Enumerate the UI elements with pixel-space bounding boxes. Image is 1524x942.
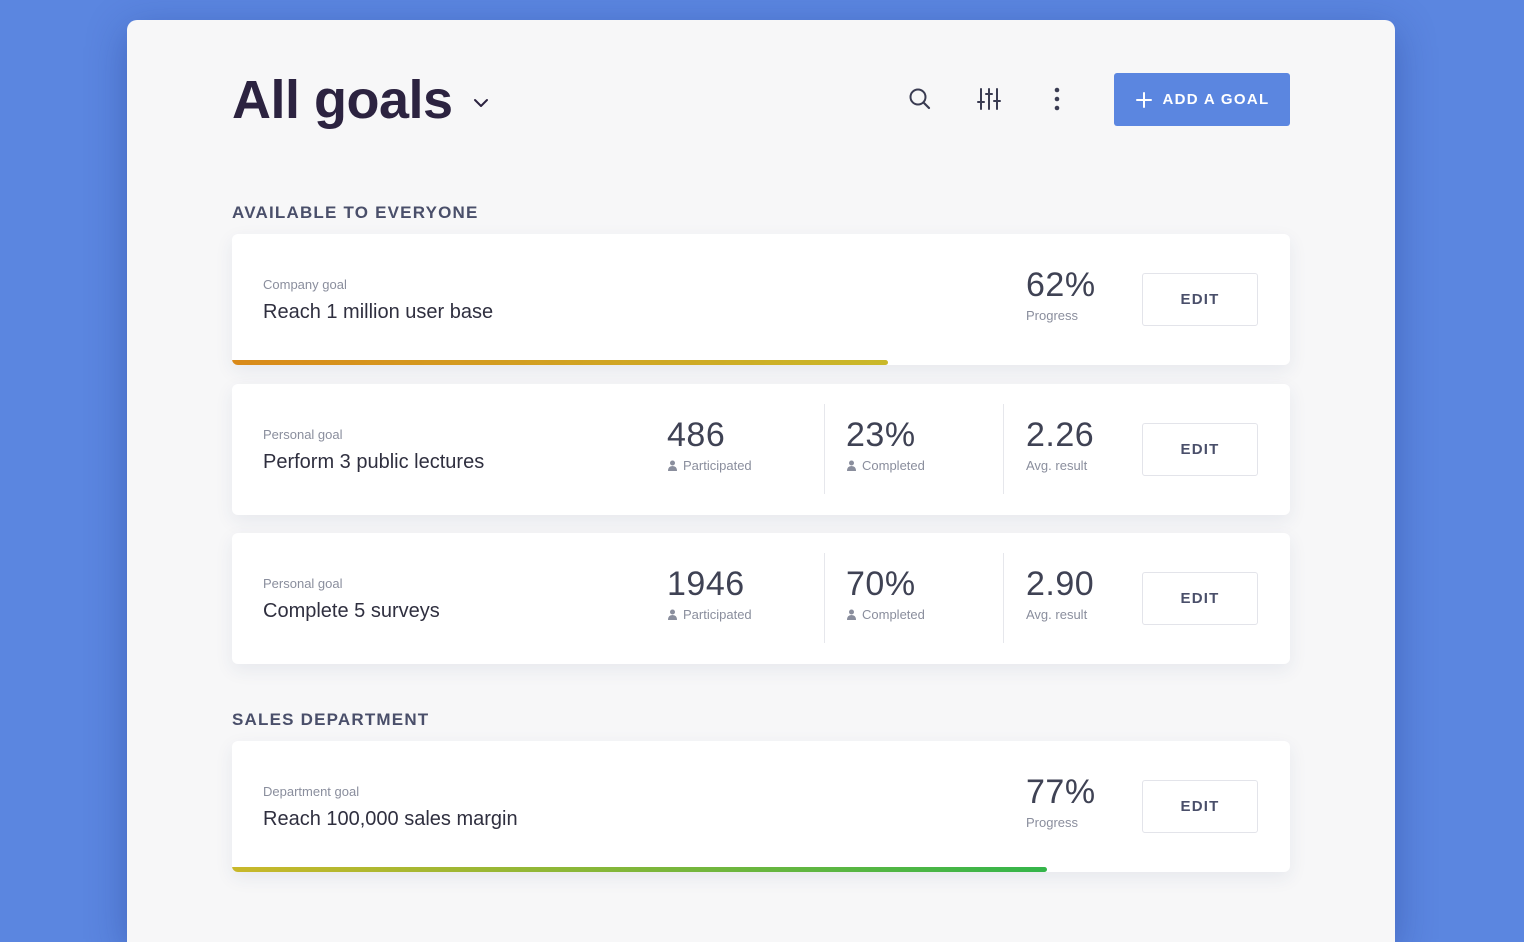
goal-type: Department goal <box>263 784 360 799</box>
edit-button[interactable]: EDIT <box>1142 423 1258 476</box>
edit-button[interactable]: EDIT <box>1142 780 1258 833</box>
page-title: All goals <box>232 70 453 130</box>
section-title-everyone: AVAILABLE TO EVERYONE <box>232 203 479 222</box>
participated-stat: 486 Participated <box>667 414 817 473</box>
completed-value: 23% <box>846 416 916 454</box>
goal-name: Perform 3 public lectures <box>263 451 485 473</box>
page-header: All goals ADD A GOAL <box>232 70 1290 130</box>
goal-name: Complete 5 surveys <box>263 600 440 622</box>
stat-divider <box>824 553 825 643</box>
goal-type: Personal goal <box>263 427 343 442</box>
progress-bar <box>232 360 888 365</box>
person-icon <box>668 460 677 471</box>
stat-divider <box>824 404 825 494</box>
participated-label: Participated <box>683 458 752 473</box>
edit-button[interactable]: EDIT <box>1142 572 1258 625</box>
goal-name: Reach 1 million user base <box>263 301 494 323</box>
goals-window: All goals ADD A GOAL AVAILABLE TO EVERYO… <box>127 20 1395 942</box>
participated-label: Participated <box>683 607 752 622</box>
add-goal-button[interactable]: ADD A GOAL <box>1114 73 1290 126</box>
person-icon <box>668 609 677 620</box>
participated-value: 1946 <box>667 565 745 603</box>
chevron-down-icon[interactable] <box>472 94 490 112</box>
completed-stat: 23% Completed <box>846 414 996 473</box>
goal-card[interactable]: Personal goal Perform 3 public lectures … <box>232 384 1290 515</box>
stat-divider <box>1003 553 1004 643</box>
section-title-sales: SALES DEPARTMENT <box>232 710 430 729</box>
completed-label: Completed <box>862 607 925 622</box>
edit-button[interactable]: EDIT <box>1142 273 1258 326</box>
completed-stat: 70% Completed <box>846 563 996 622</box>
participated-stat: 1946 Participated <box>667 563 817 622</box>
completed-value: 70% <box>846 565 916 603</box>
goal-type: Company goal <box>263 277 347 292</box>
person-icon <box>847 460 856 471</box>
sliders-icon[interactable] <box>976 86 1002 112</box>
person-icon <box>847 609 856 620</box>
plus-icon <box>1135 91 1152 108</box>
add-goal-label: ADD A GOAL <box>1162 91 1270 108</box>
participated-value: 486 <box>667 416 726 454</box>
goal-name: Reach 100,000 sales margin <box>263 808 518 830</box>
stat-divider <box>1003 404 1004 494</box>
goal-card[interactable]: Personal goal Complete 5 surveys 1946 Pa… <box>232 533 1290 664</box>
completed-label: Completed <box>862 458 925 473</box>
goal-card[interactable]: Company goal Reach 1 million user base 6… <box>232 234 1290 365</box>
search-icon[interactable] <box>907 86 933 112</box>
more-vertical-icon[interactable] <box>1044 86 1070 112</box>
goal-card[interactable]: Department goal Reach 100,000 sales marg… <box>232 741 1290 872</box>
goal-type: Personal goal <box>263 576 343 591</box>
progress-bar <box>232 867 1047 872</box>
